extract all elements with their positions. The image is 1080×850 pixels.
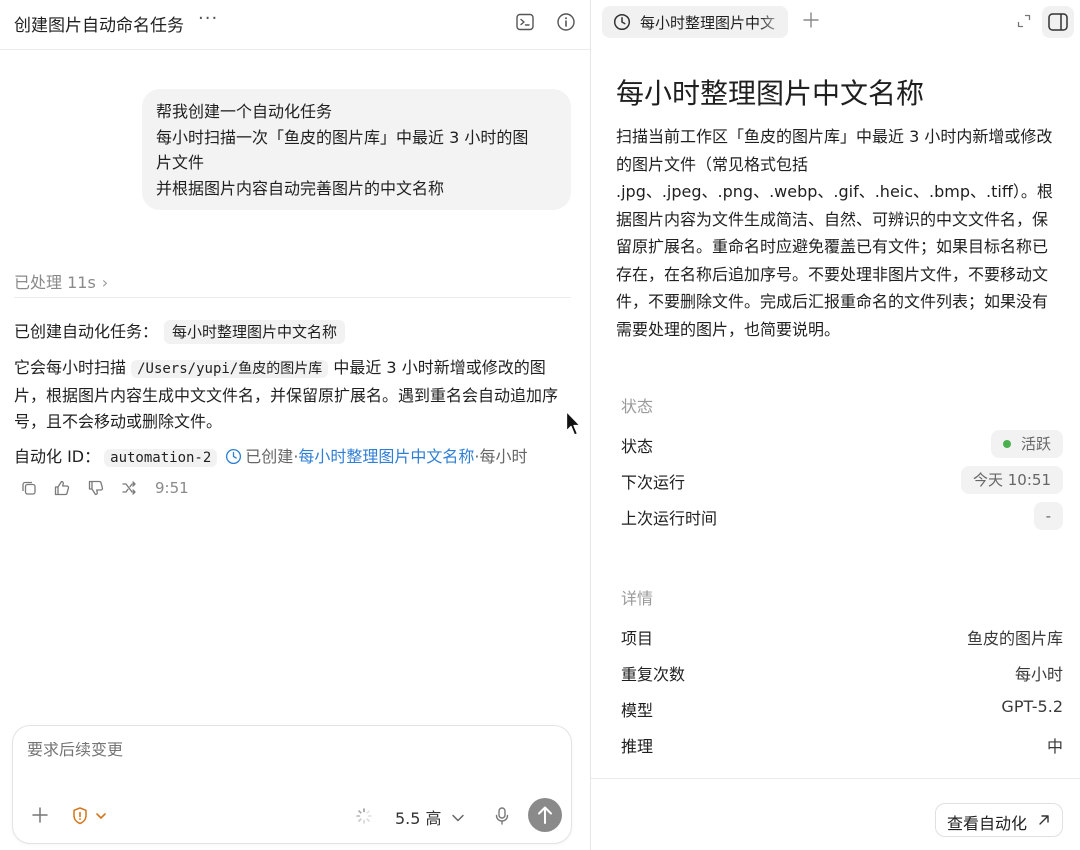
chevron-right-icon: › <box>101 273 109 292</box>
microphone-icon[interactable] <box>492 806 512 826</box>
created-status: 已创建 <box>245 447 294 466</box>
status-value: 活跃 <box>1020 435 1051 453</box>
status-badge: 活跃 <box>990 430 1063 458</box>
view-automation-button[interactable]: 查看自动化 <box>935 803 1063 837</box>
project-row: 项目 鱼皮的图片库 <box>621 622 1063 650</box>
chat-header: 创建图片自动命名任务 ··· <box>0 0 590 50</box>
toggle-panel-button[interactable] <box>1042 6 1074 38</box>
arrow-up-icon <box>538 806 552 824</box>
composer: 5.5 高 <box>12 725 572 844</box>
project-label: 项目 <box>621 629 654 648</box>
clock-icon <box>613 13 631 31</box>
details-section-label: 详情 <box>621 589 654 608</box>
response-text: 它会每小时扫描 <box>14 358 132 377</box>
model-selector[interactable]: 5.5 高 <box>395 805 465 829</box>
user-message-line: 每小时扫描一次「鱼皮的图片库」中最近 3 小时的图 片文件 <box>156 127 529 173</box>
repeat-label: 重复次数 <box>621 665 686 684</box>
arrow-up-right-icon <box>1039 815 1049 825</box>
last-run-row: 上次运行时间 - <box>621 502 1063 530</box>
clock-icon <box>226 448 242 465</box>
automation-name-chip: 每小时整理图片中文名称 <box>164 320 346 344</box>
model-row: 模型 GPT-5.2 <box>621 694 1063 722</box>
last-run-value: - <box>1033 502 1063 530</box>
chat-title: 创建图片自动命名任务 <box>14 16 184 36</box>
chat-pane: 创建图片自动命名任务 ··· 帮我创建一个自动化任务 每小时扫描一次「鱼皮的图片… <box>0 0 590 850</box>
next-run-value: 今天 10:51 <box>961 466 1063 494</box>
response-created-line: 已创建自动化任务： 每小时整理图片中文名称 <box>14 320 346 344</box>
loading-spinner-icon <box>356 808 372 824</box>
more-options-button[interactable]: ··· <box>198 8 218 29</box>
automation-id-line: 自动化 ID： automation-2 已创建·每小时整理图片中文名称·每小时 <box>14 445 574 470</box>
project-value: 鱼皮的图片库 <box>966 629 1063 648</box>
model-label: 模型 <box>621 701 654 720</box>
frequency-text: 每小时 <box>479 447 528 466</box>
response-created-label: 已创建自动化任务： <box>14 322 159 341</box>
thumbs-up-icon[interactable] <box>53 479 71 497</box>
processed-toggle[interactable]: 已处理 11s › <box>14 269 108 293</box>
follow-up-input[interactable] <box>27 742 547 760</box>
expand-icon[interactable] <box>1016 13 1032 29</box>
reasoning-value: 中 <box>1046 737 1063 756</box>
tab-label: 每小时整理图片中文名称 <box>640 14 775 32</box>
status-label: 状态 <box>621 437 654 456</box>
permissions-shield-icon[interactable] <box>71 806 115 826</box>
message-time: 9:51 <box>155 479 189 497</box>
automation-link[interactable]: 每小时整理图片中文名称 <box>298 447 474 466</box>
reasoning-label: 推理 <box>621 737 654 756</box>
last-run-label: 上次运行时间 <box>621 509 718 528</box>
reasoning-row: 推理 中 <box>621 730 1063 758</box>
repeat-value: 每小时 <box>1014 665 1063 684</box>
thumbs-down-icon[interactable] <box>87 479 105 497</box>
path-code: /Users/yupi/鱼皮的图片库 <box>131 360 329 378</box>
user-message-bubble: 帮我创建一个自动化任务 每小时扫描一次「鱼皮的图片库」中最近 3 小时的图 片文… <box>142 89 571 210</box>
new-tab-plus-icon[interactable] <box>801 10 821 30</box>
automation-id-code: automation-2 <box>104 449 218 467</box>
mouse-cursor-icon <box>565 410 581 436</box>
send-button[interactable] <box>528 798 562 832</box>
status-row: 状态 活跃 <box>621 430 1063 458</box>
automation-detail-pane: 每小时整理图片中文名称 每小时整理图片中文名称 扫描当前工作区「鱼皮的图片库」中… <box>590 0 1080 850</box>
processed-label: 已处理 11s <box>14 273 96 292</box>
user-message-line: 并根据图片内容自动完善图片的中文名称 <box>156 178 445 198</box>
sidebar-panel-icon <box>1048 13 1068 31</box>
automation-description: 扫描当前工作区「鱼皮的图片库」中最近 3 小时内新增或修改的图片文件（常见格式包… <box>616 127 1053 339</box>
user-message-line: 帮我创建一个自动化任务 <box>156 102 333 121</box>
response-paragraph: 它会每小时扫描 /Users/yupi/鱼皮的图片库 中最近 3 小时新增或修改… <box>14 355 574 436</box>
copy-icon[interactable] <box>20 479 38 497</box>
repeat-row: 重复次数 每小时 <box>621 658 1063 686</box>
status-section-label: 状态 <box>621 397 654 416</box>
divider <box>591 778 1080 779</box>
divider <box>14 297 571 298</box>
model-value: GPT-5.2 <box>1001 697 1063 716</box>
next-run-label: 下次运行 <box>621 473 686 492</box>
chevron-down-icon <box>451 814 464 822</box>
tab-fade <box>758 6 788 38</box>
info-icon[interactable] <box>556 12 576 32</box>
terminal-icon[interactable] <box>515 12 535 32</box>
share-icon[interactable] <box>120 479 138 497</box>
automation-title: 每小时整理图片中文名称 <box>616 77 925 110</box>
model-label: 5.5 高 <box>395 809 442 828</box>
active-dot-icon <box>1002 440 1011 448</box>
tab-automation[interactable]: 每小时整理图片中文名称 <box>602 6 788 38</box>
view-automation-label: 查看自动化 <box>947 814 1028 833</box>
next-run-row: 下次运行 今天 10:51 <box>621 466 1063 494</box>
automation-id-label: 自动化 ID： <box>14 447 101 466</box>
plus-icon[interactable] <box>29 804 51 826</box>
